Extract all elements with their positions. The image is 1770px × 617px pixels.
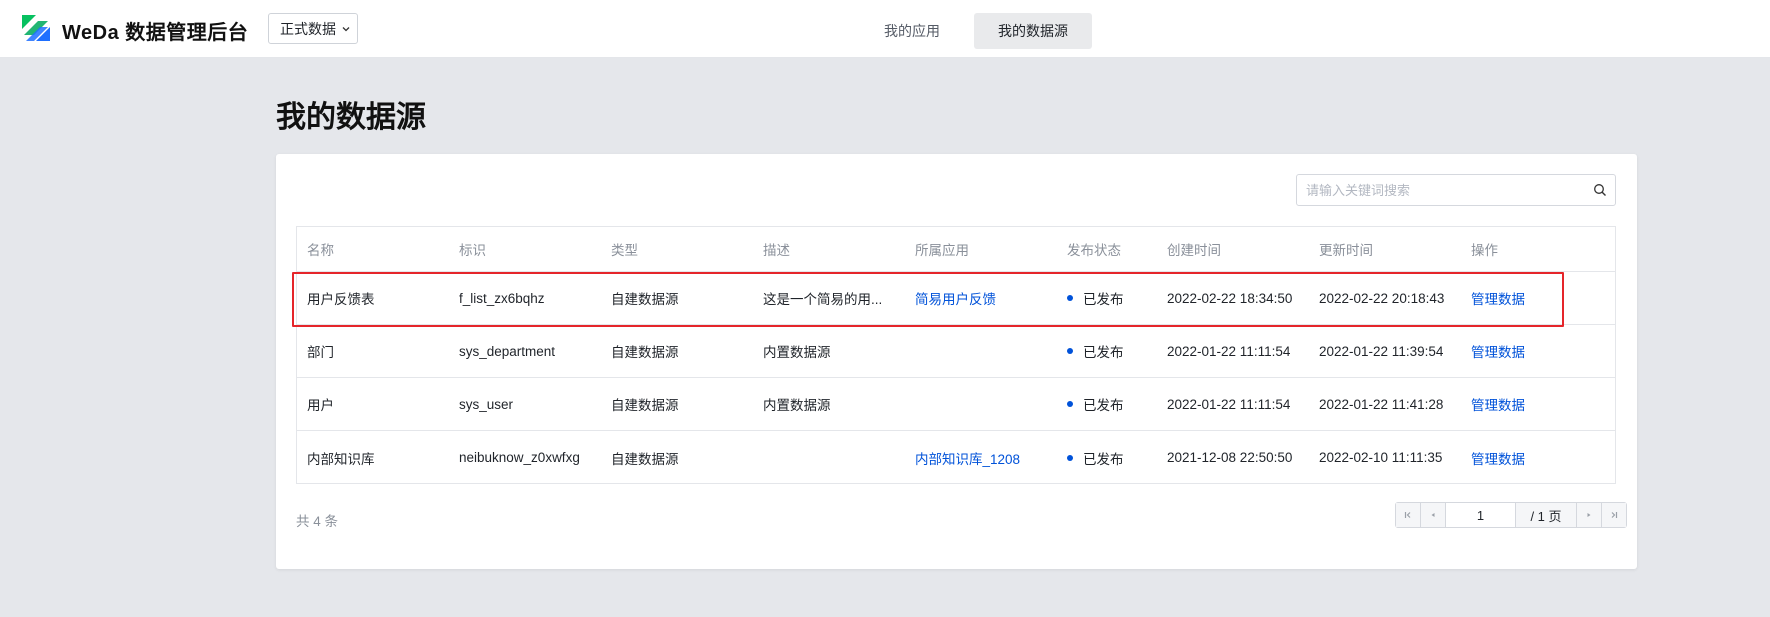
- prev-page-icon: [1431, 513, 1435, 517]
- table-header-row: 名称 标识 类型 描述 所属应用 发布状态 创建时间 更新时间 操作: [297, 227, 1615, 272]
- row-created: 2022-01-22 11:11:54: [1167, 396, 1291, 412]
- manage-data-link[interactable]: 管理数据: [1471, 325, 1525, 377]
- next-page-button[interactable]: [1576, 503, 1601, 527]
- column-header-action: 操作: [1471, 243, 1498, 258]
- row-id: neibuknow_z0xwfxg: [459, 450, 580, 465]
- row-status: 已发布: [1067, 325, 1124, 377]
- manage-data-link[interactable]: 管理数据: [1471, 378, 1525, 430]
- first-page-button[interactable]: [1396, 503, 1421, 527]
- row-status: 已发布: [1067, 272, 1124, 324]
- environment-select[interactable]: 正式数据: [268, 13, 358, 44]
- row-status: 已发布: [1067, 378, 1124, 430]
- table-row: 部门 sys_department 自建数据源 内置数据源 已发布 2022-0…: [297, 325, 1615, 378]
- row-description: [763, 431, 893, 484]
- row-name: 部门: [307, 345, 334, 360]
- last-page-icon: [1611, 512, 1618, 518]
- row-description: 这是一个简易的用...: [763, 292, 883, 307]
- row-description: 内置数据源: [763, 398, 831, 413]
- page-number-input[interactable]: [1446, 503, 1516, 527]
- row-name: 用户反馈表: [307, 292, 375, 307]
- row-status-label: 已发布: [1083, 451, 1124, 467]
- status-dot-icon: [1067, 401, 1073, 407]
- environment-select-value: 正式数据: [280, 20, 336, 37]
- row-type: 自建数据源: [611, 292, 679, 307]
- row-type: 自建数据源: [611, 451, 679, 467]
- pagination: / 1 页: [1395, 502, 1627, 528]
- prev-page-button[interactable]: [1421, 503, 1446, 527]
- manage-data-link[interactable]: 管理数据: [1471, 272, 1525, 324]
- search-icon[interactable]: [1585, 175, 1615, 205]
- status-dot-icon: [1067, 295, 1073, 301]
- row-description: 内置数据源: [763, 345, 831, 360]
- row-status-label: 已发布: [1083, 292, 1124, 307]
- row-updated: 2022-01-22 11:41:28: [1319, 396, 1444, 412]
- top-nav: 我的应用 我的数据源: [860, 13, 1092, 49]
- page-total: / 1 页: [1516, 503, 1576, 527]
- status-dot-icon: [1067, 348, 1073, 354]
- brand-title: WeDa 数据管理后台: [62, 22, 249, 44]
- column-header-id: 标识: [459, 243, 486, 258]
- status-dot-icon: [1067, 454, 1073, 461]
- search-box: [1296, 174, 1616, 206]
- page-title: 我的数据源: [276, 101, 426, 134]
- row-type: 自建数据源: [611, 398, 679, 413]
- table-row: 用户 sys_user 自建数据源 内置数据源 已发布 2022-01-22 1…: [297, 378, 1615, 431]
- row-name: 用户: [307, 398, 334, 413]
- datasource-table: 名称 标识 类型 描述 所属应用 发布状态 创建时间 更新时间 操作 用户反馈表…: [296, 226, 1616, 484]
- row-created: 2022-01-22 11:11:54: [1167, 343, 1291, 359]
- row-status: 已发布: [1067, 431, 1124, 484]
- row-id: f_list_zx6bqhz: [459, 290, 545, 306]
- row-id: sys_user: [459, 396, 514, 412]
- row-updated: 2022-01-22 11:39:54: [1319, 343, 1444, 359]
- first-page-icon: [1404, 512, 1411, 518]
- row-app-link[interactable]: 简易用户反馈: [915, 272, 996, 324]
- row-id: sys_department: [459, 343, 556, 359]
- column-header-name: 名称: [307, 243, 334, 258]
- table-row: 内部知识库 neibuknow_z0xwfxg 自建数据源 内部知识库_1208…: [297, 431, 1615, 484]
- tab-my-datasources[interactable]: 我的数据源: [974, 13, 1092, 49]
- row-app-link[interactable]: 内部知识库_1208: [915, 431, 1020, 484]
- next-page-icon: [1587, 513, 1591, 517]
- column-header-created: 创建时间: [1167, 243, 1221, 258]
- manage-data-link[interactable]: 管理数据: [1471, 431, 1525, 484]
- row-status-label: 已发布: [1083, 398, 1124, 413]
- last-page-button[interactable]: [1601, 503, 1626, 527]
- row-created: 2021-12-08 22:50:50: [1167, 450, 1293, 465]
- top-header: WeDa 数据管理后台 正式数据 我的应用 我的数据源: [0, 0, 1770, 58]
- row-name: 内部知识库: [307, 451, 375, 467]
- column-header-app: 所属应用: [915, 243, 969, 258]
- total-count: 共 4 条: [296, 514, 339, 529]
- column-header-type: 类型: [611, 243, 638, 258]
- row-updated: 2022-02-10 11:11:35: [1319, 450, 1443, 465]
- row-created: 2022-02-22 18:34:50: [1167, 290, 1293, 306]
- search-input[interactable]: [1297, 175, 1585, 205]
- chevron-down-icon: [342, 26, 350, 31]
- row-status-label: 已发布: [1083, 345, 1124, 360]
- row-type: 自建数据源: [611, 345, 679, 360]
- column-header-status: 发布状态: [1067, 243, 1121, 258]
- column-header-description: 描述: [763, 243, 790, 258]
- tab-my-apps[interactable]: 我的应用: [860, 13, 964, 49]
- weda-logo-icon: [22, 15, 50, 41]
- datasource-card: 名称 标识 类型 描述 所属应用 发布状态 创建时间 更新时间 操作 用户反馈表…: [276, 154, 1637, 569]
- table-row: 用户反馈表 f_list_zx6bqhz 自建数据源 这是一个简易的用... 简…: [297, 272, 1615, 325]
- column-header-updated: 更新时间: [1319, 243, 1373, 258]
- row-updated: 2022-02-22 20:18:43: [1319, 290, 1445, 306]
